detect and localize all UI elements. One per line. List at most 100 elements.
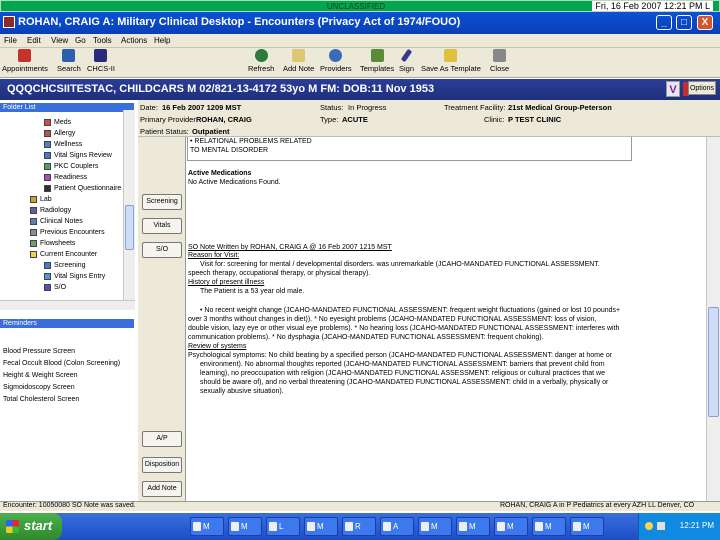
close-button[interactable]: X [697,15,713,30]
folder-item-allergy[interactable]: Allergy [44,130,75,137]
app-icon [383,522,391,531]
datetime-display: Fri, 16 Feb 2007 12:21 PM L [592,1,713,11]
toolbar: Appointments Search CHCS-II Refresh Add … [0,48,720,78]
reminder-item[interactable]: Total Cholesterol Screen [3,396,79,403]
chcs-button[interactable]: CHCS-II [87,49,115,73]
taskbar-app-button[interactable]: R [342,517,376,536]
folder-item-readiness[interactable]: Readiness [44,174,87,181]
taskbar-app-button[interactable]: M [494,517,528,536]
taskbar-app-button[interactable]: M [190,517,224,536]
menu-tools[interactable]: Tools [93,36,112,45]
refresh-icon [254,49,268,62]
menu-go[interactable]: Go [75,36,86,45]
doc-line: speech therapy, occupational therapy, or… [188,270,371,277]
close-doc-button[interactable]: Close [490,49,509,73]
taskbar-app-button[interactable]: M [418,517,452,536]
folder-item-vital-signs-review[interactable]: Vital Signs Review [44,152,112,159]
folder-item-lab[interactable]: Lab [30,196,52,203]
menu-help[interactable]: Help [154,36,170,45]
options-button[interactable]: Options [688,81,716,95]
app-icon [231,522,239,531]
note-icon [292,49,306,62]
window-title: ROHAN, CRAIG A: Military Clinical Deskto… [18,16,461,28]
menu-edit[interactable]: Edit [27,36,41,45]
add-note-button[interactable]: Add Note [142,481,182,497]
start-button[interactable]: start [0,513,62,540]
folder-item-radiology[interactable]: Radiology [30,207,71,214]
taskbar-app-button[interactable]: A [380,517,414,536]
taskbar-app-button[interactable]: M [304,517,338,536]
taskbar: start M M L M R A M M M M M 12:21 PM [0,513,720,540]
folder-item-screening[interactable]: Screening [44,262,86,269]
taskbar-app-button[interactable]: M [456,517,490,536]
reminders-title: Reminders [0,319,134,328]
clock[interactable]: 12:21 PM [680,521,714,530]
reminder-item[interactable]: Fecal Occult Blood (Colon Screening) [3,360,120,367]
appointments-button[interactable]: Appointments [2,49,48,73]
folder-list-hscrollbar[interactable] [0,300,135,310]
refresh-button[interactable]: Refresh [248,49,274,73]
clinic-label: Clinic: [484,115,505,124]
vitals-button[interactable]: Vitals [142,218,182,234]
doc-line: learning), no preoccupation with religio… [200,370,605,377]
folder-item-meds[interactable]: Meds [44,119,71,126]
ap-button[interactable]: A/P [142,431,182,447]
templates-button[interactable]: Templates [360,49,394,73]
folder-item-previous-encounters[interactable]: Previous Encounters [30,229,105,236]
menu-actions[interactable]: Actions [121,36,147,45]
minimize-button[interactable]: _ [656,15,672,30]
clinic-value: P TEST CLINIC [508,115,562,124]
network-icon[interactable] [657,522,665,530]
provider-value: ROHAN, CRAIG [196,115,252,124]
doc-section-title: Reason for Visit: [188,252,240,259]
screening-button[interactable]: Screening [142,194,182,210]
date-label: Date: [140,103,158,112]
app-icon [421,522,429,531]
folder-item-pkc-couplers[interactable]: PKC Couplers [44,163,98,170]
maximize-button[interactable]: □ [676,15,692,30]
scroll-thumb[interactable] [125,205,134,250]
reminder-item[interactable]: Blood Pressure Screen [3,348,75,355]
add-note-toolbar-button[interactable]: Add Note [283,49,314,73]
doc-line: Visit for: screening for mental / develo… [200,261,600,268]
app-icon [573,522,581,531]
reminder-item[interactable]: Height & Weight Screen [3,372,78,379]
doc-line: TO MENTAL DISORDER [190,147,269,154]
folder-item-current-encounter[interactable]: Current Encounter [30,251,97,258]
disposition-button[interactable]: Disposition [142,457,182,473]
folder-item-vital-signs-entry[interactable]: Vital Signs Entry [44,273,105,280]
v-button[interactable]: V [666,81,680,97]
app-icon [307,522,315,531]
providers-button[interactable]: Providers [320,49,352,73]
chcs-icon [94,49,108,62]
flowsheets-icon [30,240,37,247]
folder-list-scrollbar[interactable] [123,110,135,300]
sign-button[interactable]: Sign [399,48,414,73]
so-note-header: SO Note Written by ROHAN, CRAIG A @ 16 F… [188,244,392,251]
notes-icon [30,218,37,225]
save-as-template-button[interactable]: Save As Template [421,49,481,73]
scroll-thumb[interactable] [708,307,719,417]
menu-view[interactable]: View [51,36,68,45]
so-button[interactable]: S/O [142,242,182,258]
app-icon [459,522,467,531]
taskbar-app-button[interactable]: L [266,517,300,536]
folder-item-clinical-notes[interactable]: Clinical Notes [30,218,83,225]
taskbar-app-button[interactable]: M [532,517,566,536]
taskbar-app-button[interactable]: M [570,517,604,536]
providers-icon [329,49,343,62]
doc-line: over 3 months without changes in diet)).… [188,316,597,323]
taskbar-app-button[interactable]: M [228,517,262,536]
tray-icon[interactable] [645,522,653,530]
folder-list-tree: Meds Allergy Wellness Vital Signs Review… [0,110,132,300]
menu-file[interactable]: File [4,36,17,45]
document-scrollbar[interactable] [706,137,720,501]
folder-item-flowsheets[interactable]: Flowsheets [30,240,75,247]
folder-item-so[interactable]: S/O [44,284,66,291]
vitals-icon [44,152,51,159]
folder-item-wellness[interactable]: Wellness [44,141,82,148]
reminder-item[interactable]: Sigmoidoscopy Screen [3,384,75,391]
pkc-icon [44,163,51,170]
search-button[interactable]: Search [57,49,81,73]
folder-item-patient-questionnaire[interactable]: Patient Questionnaire [44,185,121,192]
